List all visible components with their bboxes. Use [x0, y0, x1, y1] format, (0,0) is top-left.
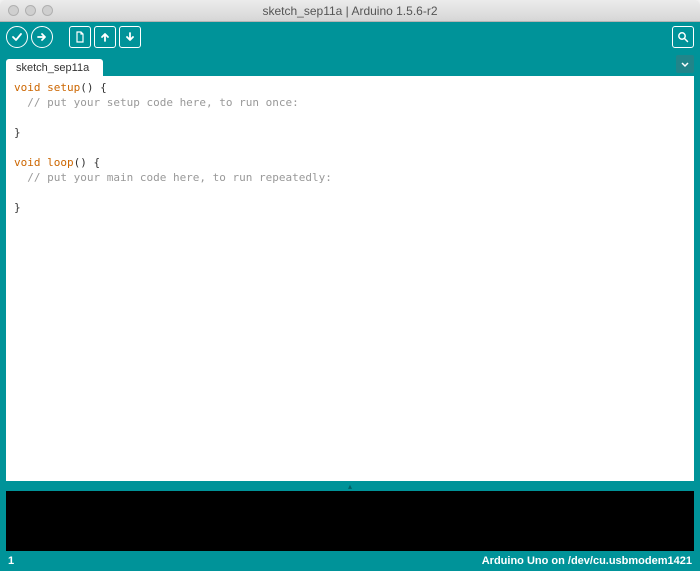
traffic-lights	[8, 5, 53, 16]
status-line-number: 1	[8, 555, 14, 567]
toolbar	[0, 22, 700, 52]
tab-menu-button[interactable]	[676, 55, 694, 73]
chevron-down-icon	[680, 59, 690, 69]
status-board-port: Arduino Uno on /dev/cu.usbmodem1421	[482, 555, 692, 567]
app-window: sketch_sep11a | Arduino 1.5.6-r2	[0, 0, 700, 571]
new-button[interactable]	[69, 26, 91, 48]
magnifier-icon	[677, 31, 689, 43]
titlebar: sketch_sep11a | Arduino 1.5.6-r2	[0, 0, 700, 22]
file-icon	[74, 31, 86, 43]
check-icon	[11, 31, 23, 43]
minimize-window-button[interactable]	[25, 5, 36, 16]
tab-bar: sketch_sep11a	[0, 52, 700, 76]
code-editor[interactable]: void setup() { // put your setup code he…	[0, 76, 700, 481]
console-output	[0, 491, 700, 551]
save-button[interactable]	[119, 26, 141, 48]
tab-sketch[interactable]: sketch_sep11a	[6, 59, 103, 77]
close-window-button[interactable]	[8, 5, 19, 16]
split-handle[interactable]: ▴	[0, 481, 700, 491]
status-bar: 1 Arduino Uno on /dev/cu.usbmodem1421	[0, 551, 700, 571]
code-content: void setup() { // put your setup code he…	[6, 76, 694, 219]
arrow-up-icon	[99, 31, 111, 43]
serial-monitor-button[interactable]	[672, 26, 694, 48]
window-title: sketch_sep11a | Arduino 1.5.6-r2	[0, 4, 700, 18]
arrow-down-icon	[124, 31, 136, 43]
verify-button[interactable]	[6, 26, 28, 48]
arrow-right-icon	[36, 31, 48, 43]
open-button[interactable]	[94, 26, 116, 48]
upload-button[interactable]	[31, 26, 53, 48]
zoom-window-button[interactable]	[42, 5, 53, 16]
